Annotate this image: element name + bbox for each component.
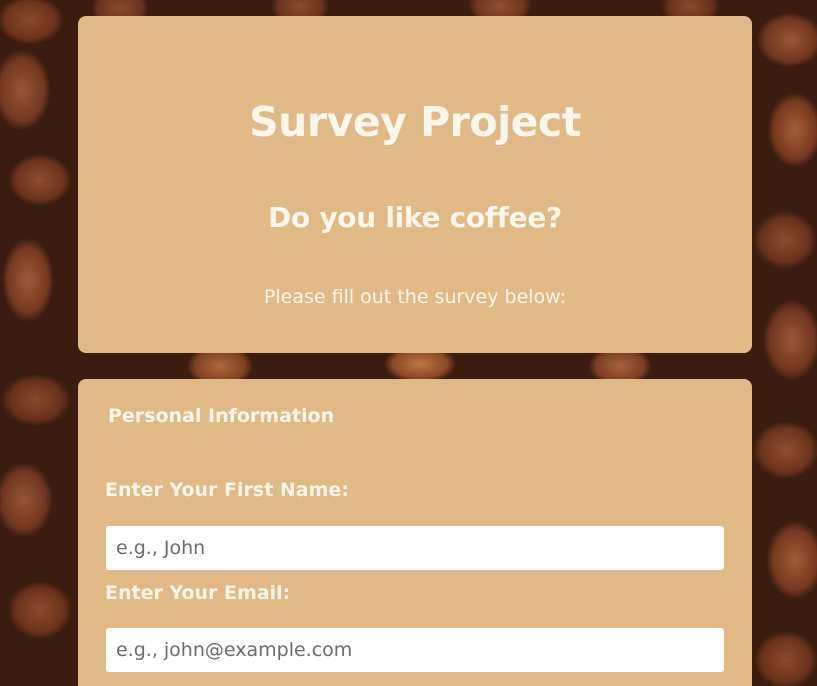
survey-form: Personal Information Enter Your First Na…	[78, 379, 752, 686]
email-input[interactable]	[106, 628, 724, 672]
email-label: Enter Your Email:	[105, 582, 291, 604]
first-name-input[interactable]	[106, 526, 724, 570]
page-description: Please fill out the survey below:	[263, 286, 567, 308]
section-title-personal-information: Personal Information	[108, 405, 335, 427]
page-subtitle: Do you like coffee?	[268, 201, 562, 234]
first-name-label: Enter Your First Name:	[105, 479, 349, 501]
header-card: Survey Project Do you like coffee? Pleas…	[78, 16, 752, 353]
page-title: Survey Project	[249, 98, 581, 146]
